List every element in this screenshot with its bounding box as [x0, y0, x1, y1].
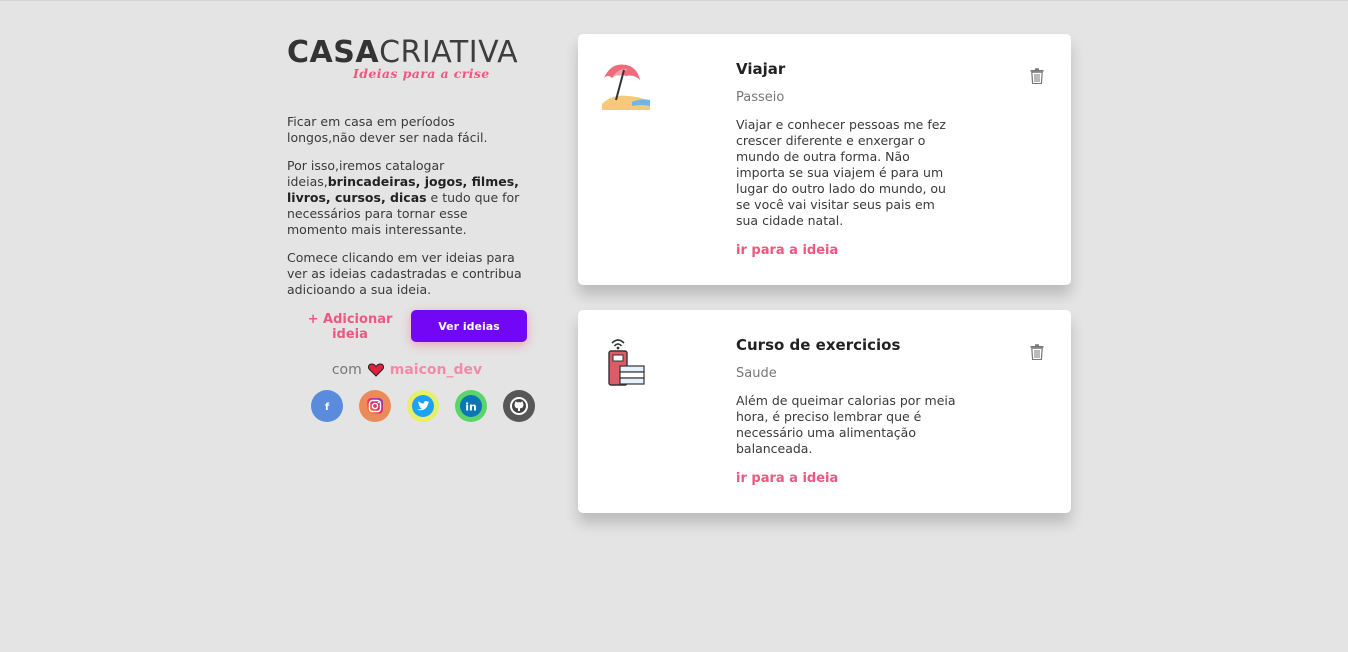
credit-author[interactable]: maicon_dev — [390, 362, 482, 378]
github-icon[interactable] — [503, 390, 535, 422]
trash-icon[interactable] — [1030, 344, 1044, 360]
online-course-books-icon — [608, 339, 645, 386]
go-to-idea-link[interactable]: ir para a ideia — [736, 471, 956, 486]
idea-content: Curso de exercicios Saude Além de queima… — [736, 336, 956, 486]
svg-text:f: f — [325, 402, 330, 413]
logo-tagline: Ideias para a crise — [353, 66, 490, 81]
trash-icon[interactable] — [1030, 68, 1044, 84]
idea-card: Viajar Passeio Viajar e conhecer pessoas… — [578, 34, 1071, 285]
svg-text:in: in — [465, 401, 477, 414]
idea-description: Viajar e conhecer pessoas me fez crescer… — [736, 117, 946, 228]
credit: com maicon_dev — [287, 362, 527, 378]
intro-text: Ficar em casa em períodos longos,não dev… — [287, 114, 522, 298]
logo-wordmark: CASACRIATIVA — [287, 37, 537, 69]
logo[interactable]: CASACRIATIVA Ideias para a crise — [287, 37, 537, 87]
idea-title: Viajar — [736, 60, 786, 78]
social-links: f in — [311, 390, 537, 422]
logo-criativa: CRIATIVA — [379, 35, 519, 70]
intro-paragraph-1: Ficar em casa em períodos longos,não dev… — [287, 114, 488, 145]
instagram-icon[interactable] — [359, 390, 391, 422]
beach-umbrella-icon — [602, 64, 650, 110]
idea-category: Passeio — [736, 90, 785, 105]
add-idea-button[interactable]: + Adicionar ideia — [305, 312, 395, 342]
idea-category: Saude — [736, 366, 777, 381]
logo-casa: CASA — [287, 35, 380, 70]
go-to-idea-link[interactable]: ir para a ideia — [736, 243, 956, 258]
idea-title: Curso de exercicios — [736, 336, 901, 354]
actions: + Adicionar ideia Ver ideias — [287, 310, 537, 354]
idea-content: Viajar Passeio Viajar e conhecer pessoas… — [736, 60, 956, 258]
view-ideas-button[interactable]: Ver ideias — [411, 310, 527, 342]
idea-description: Além de queimar calorias por meia hora, … — [736, 393, 956, 456]
intro-paragraph-3: Comece clicando em ver ideias para ver a… — [287, 250, 522, 297]
idea-card: Curso de exercicios Saude Além de queima… — [578, 310, 1071, 513]
sidebar: CASACRIATIVA Ideias para a crise Ficar e… — [287, 37, 537, 422]
twitter-icon[interactable] — [407, 390, 439, 422]
intro-paragraph-2: Por isso,iremos catalogar ideias,brincad… — [287, 158, 522, 238]
linkedin-icon[interactable]: in — [455, 390, 487, 422]
facebook-icon[interactable]: f — [311, 390, 343, 422]
heart-icon — [367, 363, 384, 377]
credit-prefix: com — [331, 362, 362, 378]
